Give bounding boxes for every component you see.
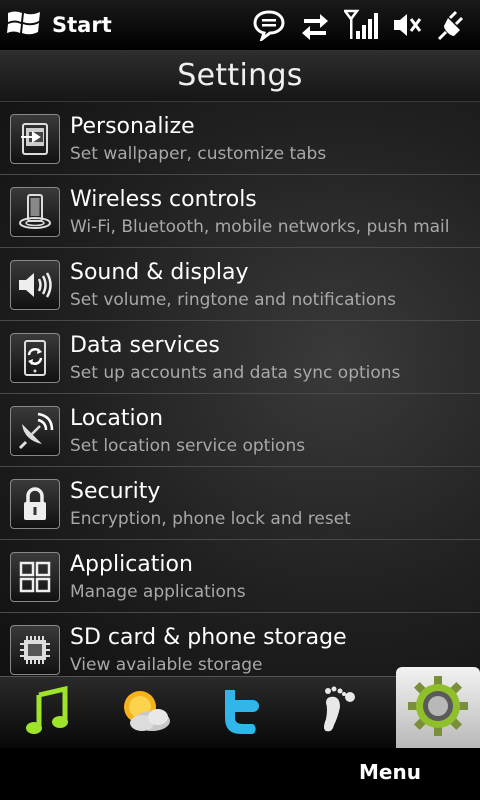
item-title: Security <box>70 479 161 504</box>
status-icons[interactable] <box>238 6 470 44</box>
item-title: Personalize <box>70 114 195 139</box>
signal-strength-icon <box>344 9 378 41</box>
item-subtitle: Manage applications <box>70 582 246 602</box>
item-subtitle: Set up accounts and data sync options <box>70 363 401 383</box>
item-title: Application <box>70 552 193 577</box>
windows-logo-icon <box>6 7 42 43</box>
tab-bar <box>0 667 480 749</box>
tab-twitter[interactable] <box>194 677 290 749</box>
wireless-icon <box>10 187 60 237</box>
tab-footprints[interactable] <box>290 677 386 749</box>
item-title: Location <box>70 406 164 431</box>
start-button[interactable]: Start <box>6 8 112 42</box>
twitter-icon <box>219 686 265 740</box>
tab-weather[interactable] <box>98 677 194 749</box>
footprints-icon <box>316 685 360 741</box>
data-transfer-icon <box>300 10 330 40</box>
settings-item-sound-display[interactable]: Sound & display Set volume, ringtone and… <box>0 248 480 321</box>
app-grid-icon <box>10 552 60 602</box>
status-bar: Start <box>0 0 480 51</box>
item-subtitle: Encryption, phone lock and reset <box>70 509 351 529</box>
item-title: Sound & display <box>70 260 249 285</box>
settings-item-security[interactable]: Security Encryption, phone lock and rese… <box>0 467 480 540</box>
data-sync-icon <box>10 333 60 383</box>
settings-item-location[interactable]: Location Set location service options <box>0 394 480 467</box>
lock-icon <box>10 479 60 529</box>
speaker-muted-icon <box>392 10 422 40</box>
settings-list[interactable]: Personalize Set wallpaper, customize tab… <box>0 102 480 676</box>
settings-item-application[interactable]: Application Manage applications <box>0 540 480 613</box>
item-title: Data services <box>70 333 220 358</box>
item-subtitle: Set location service options <box>70 436 306 456</box>
start-label: Start <box>52 13 112 37</box>
weather-icon <box>118 687 174 739</box>
music-note-icon <box>25 685 75 741</box>
menu-softkey[interactable]: Menu <box>340 760 440 784</box>
item-subtitle: Set wallpaper, customize tabs <box>70 144 327 164</box>
settings-item-wireless-controls[interactable]: Wireless controls Wi-Fi, Bluetooth, mobi… <box>0 175 480 248</box>
satellite-dish-icon <box>10 406 60 456</box>
settings-gear-icon <box>406 674 470 742</box>
messaging-icon <box>252 9 286 41</box>
settings-item-data-services[interactable]: Data services Set up accounts and data s… <box>0 321 480 394</box>
personalize-icon <box>10 114 60 164</box>
softkey-bar: Menu <box>0 748 480 800</box>
memory-chip-icon <box>10 625 60 675</box>
item-title: SD card & phone storage <box>70 625 347 650</box>
item-subtitle: Wi-Fi, Bluetooth, mobile networks, push … <box>70 217 450 237</box>
charging-plug-icon <box>436 8 470 42</box>
item-subtitle: View available storage <box>70 655 263 675</box>
item-subtitle: Set volume, ringtone and notifications <box>70 290 396 310</box>
tab-music[interactable] <box>2 677 98 749</box>
speaker-icon <box>10 260 60 310</box>
item-title: Wireless controls <box>70 187 257 212</box>
settings-header: Settings <box>0 51 480 102</box>
tab-settings[interactable] <box>396 667 480 749</box>
page-title: Settings <box>177 58 303 93</box>
settings-item-personalize[interactable]: Personalize Set wallpaper, customize tab… <box>0 102 480 175</box>
